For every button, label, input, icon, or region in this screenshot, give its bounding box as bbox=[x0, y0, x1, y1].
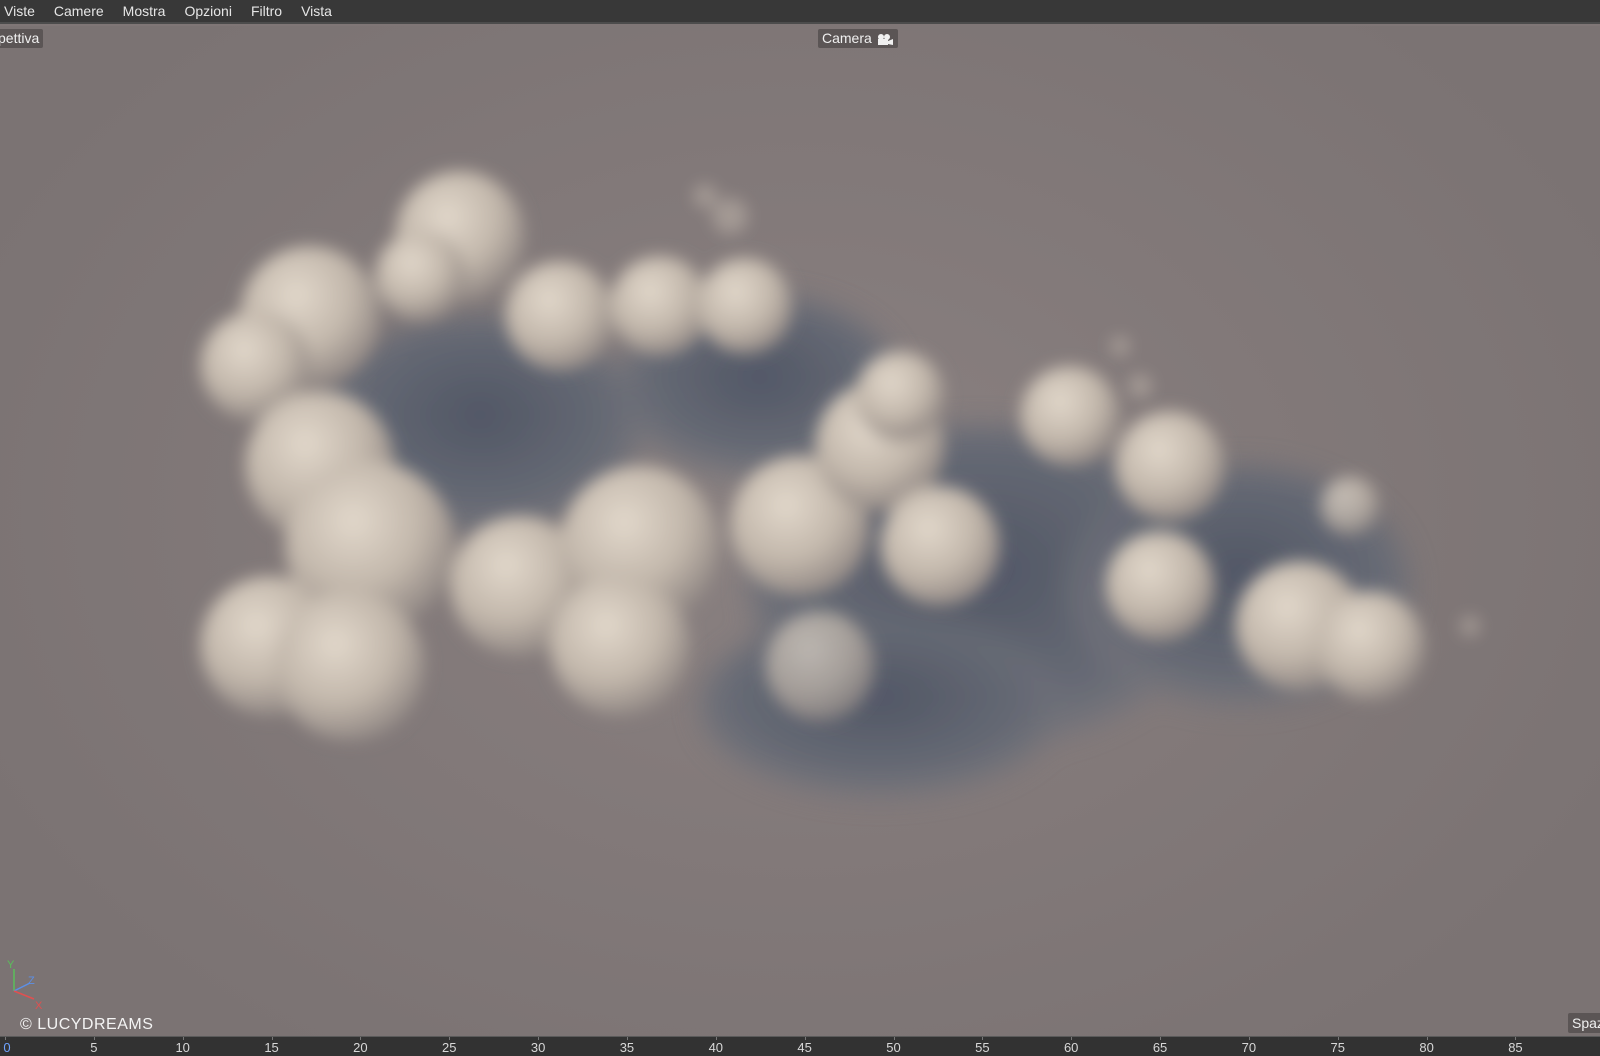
corner-label[interactable]: Spaz bbox=[1568, 1013, 1600, 1033]
timeline-tick-label: 35 bbox=[619, 1040, 635, 1055]
timeline-tick-label: 80 bbox=[1419, 1040, 1434, 1055]
projection-label[interactable]: pettiva bbox=[0, 29, 44, 48]
axis-gizmo: Y Z X bbox=[7, 959, 43, 1011]
timeline-tick-label: 70 bbox=[1241, 1040, 1257, 1055]
watermark: © LUCYDREAMS bbox=[20, 1016, 154, 1033]
axis-z-label: Z bbox=[28, 975, 35, 987]
menu-camere[interactable]: Camere bbox=[54, 0, 104, 23]
camera-selector[interactable]: Camera bbox=[818, 29, 898, 48]
menu-vista[interactable]: Vista bbox=[301, 0, 332, 23]
timeline-tick-label: 20 bbox=[353, 1040, 368, 1055]
menu-filtro[interactable]: Filtro bbox=[251, 0, 282, 23]
viewport[interactable]: pettiva Camera Y Z X © LUCYDREAMS Spaz bbox=[0, 26, 1600, 1036]
timeline-tick-label: 60 bbox=[1063, 1040, 1079, 1055]
timeline-tick-label: 25 bbox=[442, 1040, 457, 1055]
timeline-tick-label: 65 bbox=[1152, 1040, 1168, 1055]
timeline-ruler[interactable]: 0 5 10 15 20 25 30 35 40 45 50 55 60 65 70 75 80 85 bbox=[0, 1036, 1600, 1056]
timeline-tick-label: 5 bbox=[90, 1040, 98, 1055]
menu-mostra[interactable]: Mostra bbox=[123, 0, 166, 23]
timeline-tick-label: 30 bbox=[530, 1040, 546, 1055]
timeline-tick-label: 0 bbox=[3, 1040, 11, 1055]
timeline-tick-label: 15 bbox=[264, 1040, 279, 1055]
menu-viste[interactable]: Viste bbox=[4, 0, 35, 23]
menubar: Viste Camere Mostra Opzioni Filtro Vista bbox=[0, 0, 1600, 24]
timeline-tick-label: 75 bbox=[1330, 1040, 1345, 1055]
smoke-render bbox=[200, 171, 1480, 796]
timeline-tick-label: 50 bbox=[886, 1040, 901, 1055]
timeline-tick-label: 55 bbox=[975, 1040, 990, 1055]
timeline-tick-label: 40 bbox=[708, 1040, 724, 1055]
timeline-tick-label: 45 bbox=[797, 1040, 812, 1055]
camera-label: Camera bbox=[822, 30, 872, 46]
camera-icon bbox=[877, 33, 893, 45]
axis-y-label: Y bbox=[7, 959, 15, 971]
axis-x-label: X bbox=[35, 1000, 43, 1011]
timeline-tick-label: 85 bbox=[1508, 1040, 1523, 1055]
menu-opzioni[interactable]: Opzioni bbox=[184, 0, 231, 23]
timeline-tick-label: 10 bbox=[175, 1040, 190, 1055]
